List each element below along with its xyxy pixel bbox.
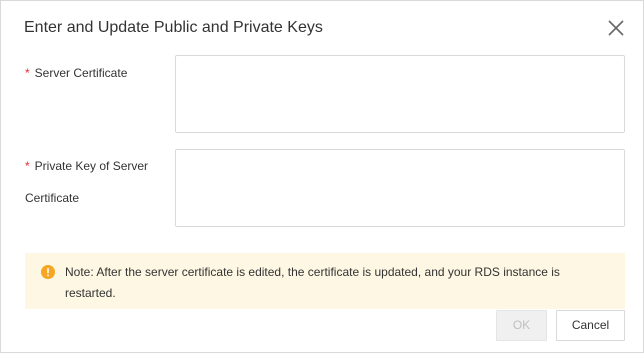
private-key-label-line2: Certificate	[25, 191, 80, 205]
close-icon[interactable]	[606, 18, 626, 38]
server-certificate-label: * Server Certificate	[25, 65, 127, 81]
warning-icon	[41, 265, 55, 279]
notice-text: Note: After the server certificate is ed…	[65, 265, 560, 300]
ok-button[interactable]: OK	[496, 310, 547, 341]
server-certificate-input[interactable]	[175, 55, 625, 133]
private-key-label: * Private Key of Server	[25, 158, 148, 174]
dialog: Enter and Update Public and Private Keys…	[0, 0, 644, 353]
cancel-button[interactable]: Cancel	[556, 310, 625, 341]
dialog-title: Enter and Update Public and Private Keys	[24, 19, 323, 36]
required-mark: *	[25, 159, 30, 173]
private-key-label-line1: Private Key of Server	[34, 159, 149, 173]
private-key-input[interactable]	[175, 149, 625, 227]
required-mark: *	[25, 66, 30, 80]
notice-banner: Note: After the server certificate is ed…	[25, 253, 625, 309]
server-certificate-label-text: Server Certificate	[34, 66, 128, 80]
